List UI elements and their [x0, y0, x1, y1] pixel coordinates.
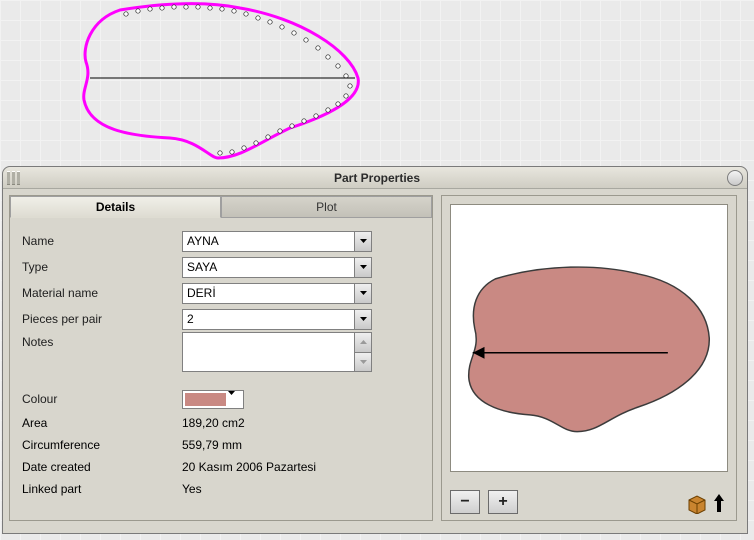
- type-input[interactable]: [183, 258, 354, 277]
- linked-label: Linked part: [22, 482, 182, 496]
- part-outline-main[interactable]: [60, 0, 380, 170]
- name-input[interactable]: [183, 232, 354, 251]
- colour-combo[interactable]: [182, 390, 244, 409]
- linked-value: Yes: [182, 482, 202, 496]
- material-input[interactable]: [183, 284, 354, 303]
- zoom-in-button[interactable]: +: [488, 490, 518, 514]
- material-combo[interactable]: [182, 283, 372, 304]
- titlebar-grip[interactable]: [7, 171, 27, 185]
- circ-value: 559,79 mm: [182, 438, 242, 452]
- scroll-up-icon[interactable]: [355, 333, 371, 352]
- notes-label: Notes: [22, 332, 182, 349]
- name-combo[interactable]: [182, 231, 372, 252]
- notes-input[interactable]: [183, 333, 354, 371]
- tab-plot[interactable]: Plot: [221, 196, 432, 218]
- properties-panel: Details Plot Name Type: [9, 195, 433, 521]
- titlebar-button[interactable]: [727, 170, 743, 186]
- colour-label: Colour: [22, 392, 182, 406]
- chevron-down-icon[interactable]: [354, 232, 371, 251]
- area-value: 189,20 cm2: [182, 416, 245, 430]
- pieces-label: Pieces per pair: [22, 312, 182, 326]
- type-label: Type: [22, 260, 182, 274]
- material-label: Material name: [22, 286, 182, 300]
- area-label: Area: [22, 416, 182, 430]
- zoom-out-button[interactable]: −: [450, 490, 480, 514]
- pieces-input[interactable]: [183, 310, 354, 329]
- tab-details[interactable]: Details: [10, 196, 221, 218]
- arrow-up-icon[interactable]: [712, 492, 726, 514]
- chevron-down-icon[interactable]: [228, 391, 243, 408]
- titlebar[interactable]: Part Properties: [3, 167, 747, 189]
- chevron-down-icon[interactable]: [354, 310, 371, 329]
- type-combo[interactable]: [182, 257, 372, 278]
- colour-swatch: [185, 393, 226, 406]
- date-label: Date created: [22, 460, 182, 474]
- chevron-down-icon[interactable]: [354, 258, 371, 277]
- scroll-down-icon[interactable]: [355, 352, 371, 372]
- notes-field[interactable]: [182, 332, 372, 372]
- preview-shape: [469, 267, 710, 432]
- circ-label: Circumference: [22, 438, 182, 452]
- dialog-title: Part Properties: [27, 171, 727, 185]
- part-properties-dialog: Part Properties Details Plot Name Type: [2, 166, 748, 534]
- date-value: 20 Kasım 2006 Pazartesi: [182, 460, 316, 474]
- pieces-combo[interactable]: [182, 309, 372, 330]
- chevron-down-icon[interactable]: [354, 284, 371, 303]
- name-label: Name: [22, 234, 182, 248]
- box-icon[interactable]: [686, 492, 708, 514]
- preview-viewport[interactable]: [450, 204, 728, 472]
- preview-panel: − +: [441, 195, 737, 521]
